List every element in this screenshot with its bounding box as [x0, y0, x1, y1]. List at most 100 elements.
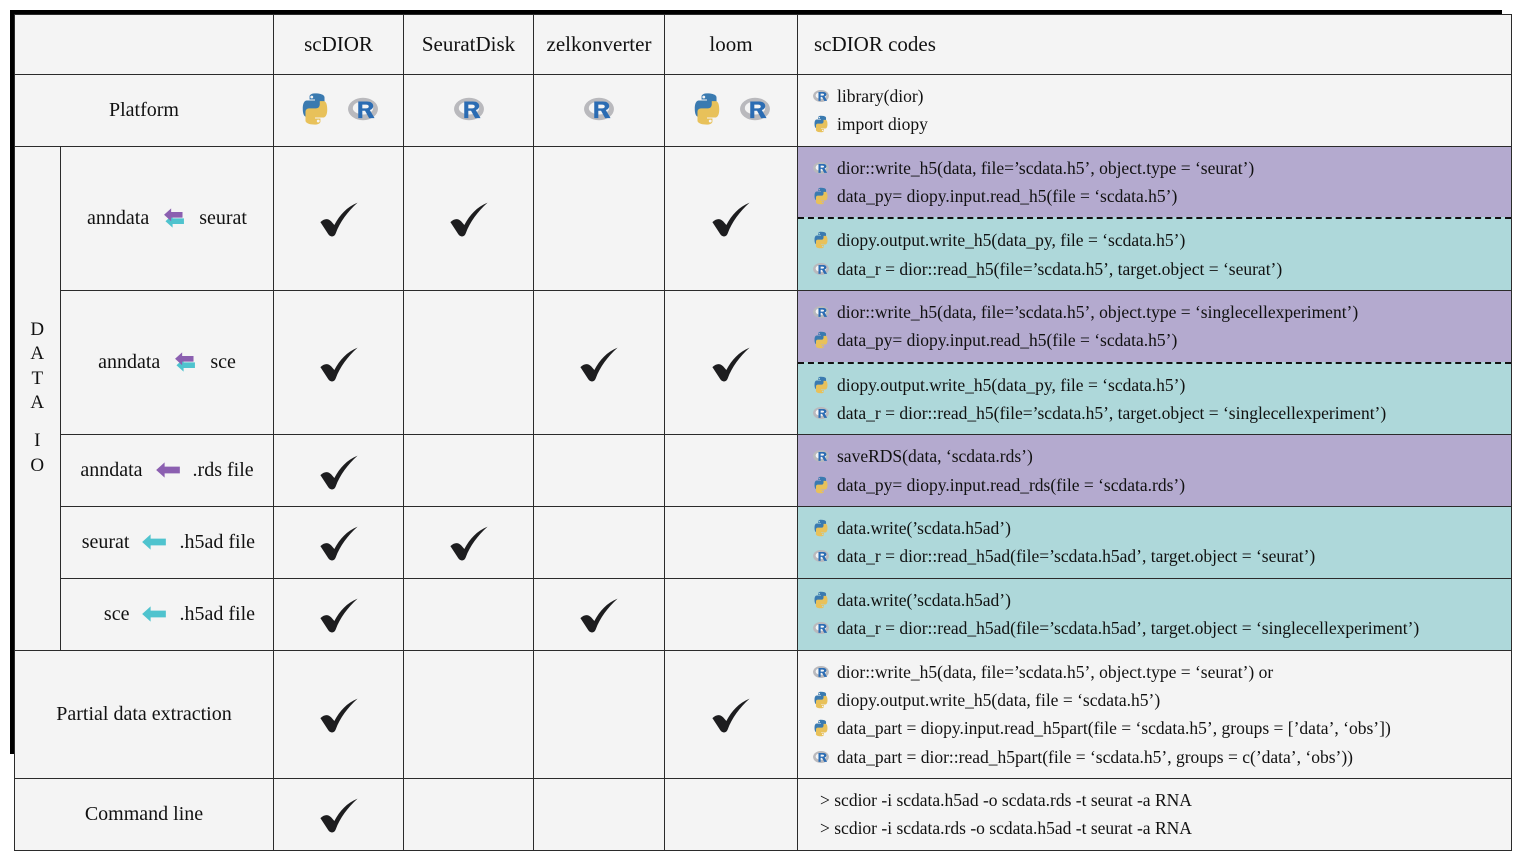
check-icon	[319, 347, 358, 382]
platform-cell-zelkonverter	[533, 74, 665, 147]
check-icon	[319, 598, 358, 633]
check-cell-seuratdisk	[403, 434, 534, 508]
code-block-read: data.write(’scdata.h5ad’) data_r = dior:…	[798, 507, 1511, 578]
rot-char: D	[30, 319, 45, 341]
check-cell-scdior	[273, 577, 404, 651]
python-icon	[812, 471, 830, 499]
r-icon	[812, 658, 830, 686]
python-icon	[812, 371, 830, 399]
code-cell-anndata-sce: dior::write_h5(data, file=’scdata.h5’, o…	[797, 290, 1512, 436]
code-cell-commandline: > scdior -i scdata.h5ad -o scdata.rds -t…	[797, 777, 1512, 851]
code-line: data_py= diopy.input.read_h5(file = ‘scd…	[812, 326, 1511, 354]
header-zelkonverter: zelkonverter	[533, 14, 665, 75]
r-icon	[812, 154, 830, 182]
rot-char: I	[34, 430, 41, 452]
python-icon	[812, 514, 830, 542]
code-line: data.write(’scdata.h5ad’)	[812, 586, 1511, 614]
check-icon	[449, 527, 488, 561]
header-loom: loom	[664, 14, 798, 75]
r-icon	[812, 614, 830, 642]
python-icon	[812, 686, 830, 714]
code-line: data_r = dior::read_h5(file=’scdata.h5’,…	[812, 399, 1511, 427]
check-cell-loom	[664, 290, 798, 436]
check-cell-seuratdisk	[403, 145, 534, 292]
check-cell-scdior	[273, 777, 404, 851]
rot-char: A	[30, 392, 45, 414]
code-line: > scdior -i scdata.rds -o scdata.h5ad -t…	[820, 818, 1192, 839]
r-icon	[812, 542, 830, 570]
rot-char: O	[30, 454, 45, 476]
code-line: data_r = dior::read_h5ad(file=’scdata.h5…	[812, 614, 1511, 642]
check-cell-zelkonverter	[533, 577, 665, 651]
header-corner-cell	[14, 14, 274, 75]
python-icon	[812, 226, 830, 254]
platform-cell-loom	[664, 74, 798, 147]
check-cell-zelkonverter	[533, 649, 665, 779]
code-block-write: dior::write_h5(data, file=’scdata.h5’, o…	[798, 291, 1511, 362]
check-cell-zelkonverter	[533, 290, 665, 436]
python-icon	[812, 326, 830, 354]
feature-comparison-table: scDIOR SeuratDisk zelkonverter loom scDI…	[14, 14, 1512, 851]
rot-char: A	[30, 343, 45, 365]
check-cell-zelkonverter	[533, 145, 665, 292]
row-label-partial-extraction: Partial data extraction	[14, 649, 274, 779]
code-line: dior::write_h5(data, file=’scdata.h5’, o…	[812, 298, 1511, 326]
check-icon	[580, 347, 618, 382]
code-line: data_py= diopy.input.read_rds(file = ‘sc…	[812, 471, 1511, 499]
double-arrow-icon	[165, 351, 205, 373]
rot-char: T	[31, 367, 44, 389]
code-block-commandline: > scdior -i scdata.h5ad -o scdata.rds -t…	[798, 778, 1511, 850]
code-line: library(dior)	[812, 82, 1511, 110]
code-block-read: diopy.output.write_h5(data_py, file = ‘s…	[798, 361, 1511, 435]
code-line: dior::write_h5(data, file=’scdata.h5’, o…	[812, 658, 1511, 686]
code-line: data_part = dior::read_h5part(file = ‘sc…	[812, 743, 1511, 771]
python-icon	[690, 92, 724, 128]
row-label-seurat-h5ad: seurat .h5ad file	[60, 506, 274, 579]
check-icon	[712, 203, 750, 237]
check-icon	[449, 203, 488, 237]
table-row: Partial data extraction dior::write_h5(d…	[14, 649, 1512, 779]
python-icon	[298, 92, 332, 128]
check-icon	[319, 203, 358, 237]
r-icon	[812, 743, 830, 771]
code-block-read: diopy.output.write_h5(data_py, file = ‘s…	[798, 217, 1511, 291]
python-icon	[812, 110, 830, 138]
check-icon	[712, 698, 750, 733]
code-block-write: dior::write_h5(data, file=’scdata.h5’, o…	[798, 146, 1511, 218]
row-label-anndata-sce: anndata sce	[60, 290, 274, 436]
table-row: D A T A I O anndata seurat dior::write_h…	[14, 145, 1512, 651]
check-cell-zelkonverter	[533, 506, 665, 579]
check-cell-scdior	[273, 506, 404, 579]
r-icon	[812, 255, 830, 283]
code-line: > scdior -i scdata.h5ad -o scdata.rds -t…	[820, 789, 1192, 810]
check-icon	[319, 698, 358, 733]
check-icon	[580, 598, 618, 633]
row-label-command-line: Command line	[14, 777, 274, 851]
code-line: import diopy	[812, 110, 1511, 138]
header-scdior: scDIOR	[273, 14, 404, 75]
teal-arrow-icon	[134, 531, 174, 553]
r-icon	[452, 92, 486, 128]
check-cell-loom	[664, 649, 798, 779]
code-line: data_r = dior::read_h5ad(file=’scdata.h5…	[812, 542, 1511, 570]
code-cell-sce-h5ad: data.write(’scdata.h5ad’) data_r = dior:…	[797, 577, 1512, 651]
check-cell-zelkonverter	[533, 777, 665, 851]
check-cell-scdior	[273, 434, 404, 508]
r-icon	[812, 82, 830, 110]
code-block-write: saveRDS(data, ‘scdata.rds’) data_py= dio…	[798, 435, 1511, 507]
r-icon	[738, 92, 772, 128]
code-cell-anndata-rds: saveRDS(data, ‘scdata.rds’) data_py= dio…	[797, 434, 1512, 508]
python-icon	[812, 714, 830, 742]
check-cell-loom	[664, 145, 798, 292]
code-block-read: data.write(’scdata.h5ad’) data_r = dior:…	[798, 578, 1511, 650]
teal-arrow-icon	[134, 603, 174, 625]
check-cell-seuratdisk	[403, 506, 534, 579]
code-line: saveRDS(data, ‘scdata.rds’)	[812, 442, 1511, 470]
table-row: seurat .h5ad file data.write(’scdata.h5a…	[15, 506, 1512, 579]
table-row: sce .h5ad file data.write(’scdata.h5ad’)…	[15, 577, 1512, 651]
table-row: Command line > scdior -i scdata.h5ad -o …	[14, 777, 1512, 851]
platform-cell-scdior	[273, 74, 404, 147]
check-icon	[319, 455, 358, 490]
rotated-section-label-data-io: D A T A I O	[14, 145, 61, 651]
code-line: diopy.output.write_h5(data, file = ‘scda…	[812, 686, 1511, 714]
